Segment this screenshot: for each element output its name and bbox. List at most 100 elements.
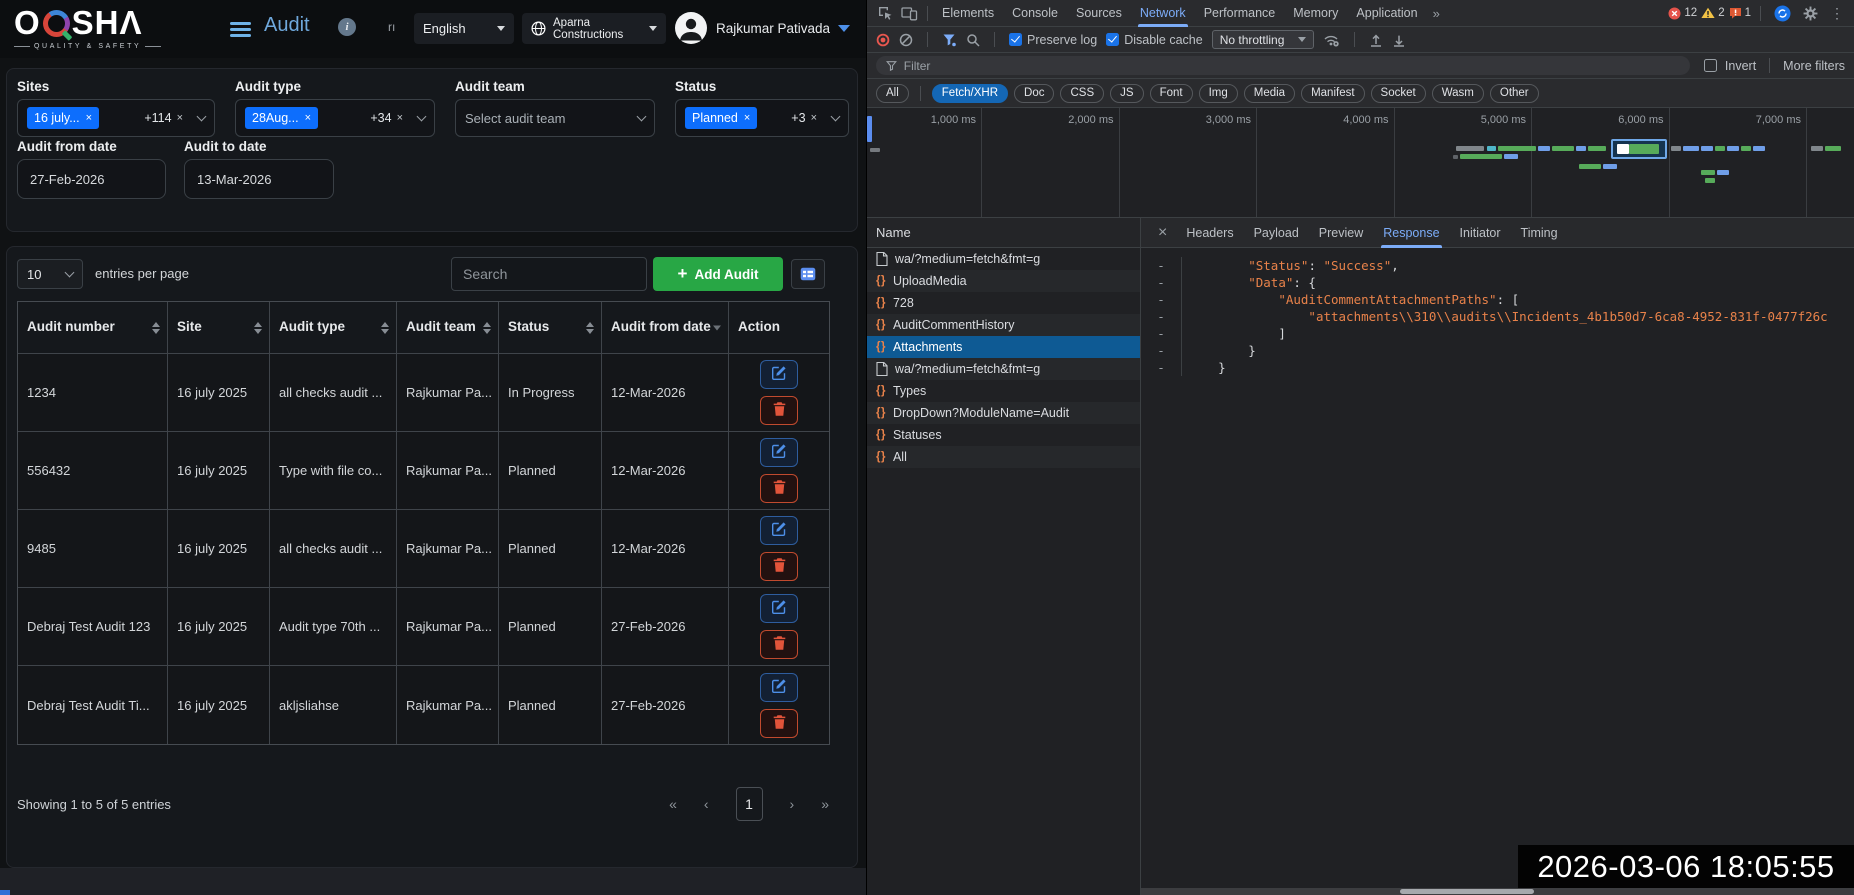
resource-chip-font[interactable]: Font [1150,84,1193,103]
throttling-select[interactable]: No throttling [1212,30,1315,49]
devtools-tab-memory[interactable]: Memory [1284,0,1347,27]
audit-to-date-input[interactable] [184,159,334,199]
clear-all-icon[interactable]: × [811,112,817,124]
pagination-next[interactable]: › [790,796,795,812]
resource-chip-css[interactable]: CSS [1060,84,1104,103]
remove-chip-icon[interactable]: × [86,112,92,124]
column-header-site[interactable]: Site [168,302,270,353]
add-audit-button[interactable]: + Add Audit [653,257,783,291]
resource-chip-fetch-xhr[interactable]: Fetch/XHR [932,84,1008,103]
devtools-tab-console[interactable]: Console [1003,0,1067,27]
language-select[interactable]: English [414,13,514,44]
response-viewer[interactable]: - "Status": "Success",- "Data": {- "Audi… [1141,248,1854,895]
issues-badge[interactable]: 1 [1729,7,1751,19]
audit-type-multiselect[interactable]: 28Aug...× +34× [235,99,435,137]
fold-marker[interactable]: - [1141,359,1181,376]
inspect-element-icon[interactable] [873,5,897,21]
kebab-menu-icon[interactable]: ⋮ [1826,5,1848,22]
resource-chip-wasm[interactable]: Wasm [1432,84,1484,103]
detail-tab-response[interactable]: Response [1373,218,1449,248]
request-row-statuses[interactable]: {}Statuses [867,424,1140,446]
clear-network-log-icon[interactable] [899,33,913,47]
network-filter-field[interactable] [876,56,1690,75]
view-toggle-button[interactable] [791,259,825,289]
request-row-dropdown-modulename-audit[interactable]: {}DropDown?ModuleName=Audit [867,402,1140,424]
edit-button[interactable] [760,360,798,389]
devtools-tab-network[interactable]: Network [1131,0,1195,27]
preserve-log-checkbox[interactable]: Preserve log [1009,33,1097,47]
fold-marker[interactable]: - [1141,308,1181,325]
column-header-audit-type[interactable]: Audit type [270,302,397,353]
record-network-log-icon[interactable] [876,33,890,47]
devtools-tab-performance[interactable]: Performance [1195,0,1285,27]
resource-chip-socket[interactable]: Socket [1371,84,1426,103]
delete-button[interactable] [760,552,798,581]
column-header-action[interactable]: Action [729,302,829,353]
clear-all-icon[interactable]: × [397,112,403,124]
detail-tab-timing[interactable]: Timing [1511,218,1568,248]
resource-chip-img[interactable]: Img [1199,84,1238,103]
edit-button[interactable] [760,594,798,623]
column-header-status[interactable]: Status [499,302,602,353]
invert-checkbox[interactable] [1704,59,1717,72]
column-header-audit-team[interactable]: Audit team [397,302,499,353]
request-row-auditcommenthistory[interactable]: {}AuditCommentHistory [867,314,1140,336]
checkbox-checked-icon[interactable] [1009,33,1022,46]
request-row-728[interactable]: {}728 [867,292,1140,314]
detail-tab-headers[interactable]: Headers [1176,218,1243,248]
clear-all-icon[interactable]: × [177,112,183,124]
devtools-tab-application[interactable]: Application [1347,0,1426,27]
delete-button[interactable] [760,709,798,738]
devtools-tab-elements[interactable]: Elements [933,0,1003,27]
checkbox-checked-icon[interactable] [1106,33,1119,46]
info-icon[interactable]: i [338,18,356,36]
settings-gear-icon[interactable] [1799,6,1822,21]
resource-chip-all[interactable]: All [876,84,909,103]
detail-tab-payload[interactable]: Payload [1244,218,1309,248]
request-row-all[interactable]: {}All [867,446,1140,468]
resource-chip-doc[interactable]: Doc [1014,84,1054,103]
more-filters-button[interactable]: More filters [1783,59,1845,73]
network-filter-input[interactable] [904,59,1680,73]
resource-chip-media[interactable]: Media [1244,84,1295,103]
more-tabs-icon[interactable]: » [1427,6,1446,21]
user-menu-caret-icon[interactable] [838,25,850,32]
error-badge[interactable]: 12 [1668,7,1697,20]
scrollbar-thumb[interactable] [1400,889,1534,894]
delete-button[interactable] [760,396,798,425]
fold-marker[interactable]: - [1141,257,1181,274]
horizontal-scrollbar[interactable] [1141,888,1854,895]
search-icon[interactable] [966,33,980,47]
request-row-types[interactable]: {}Types [867,380,1140,402]
request-row-wa-medium-fetch-fmt-g[interactable]: wa/?medium=fetch&fmt=g [867,358,1140,380]
status-chip[interactable]: Planned× [685,107,757,129]
search-input[interactable] [451,257,647,291]
column-header-audit-from-date[interactable]: Audit from date [602,302,729,353]
resource-chip-other[interactable]: Other [1490,84,1539,103]
user-avatar[interactable] [674,11,708,45]
audit-team-multiselect[interactable]: Select audit team [455,99,655,137]
sites-chip[interactable]: 16 july...× [27,107,99,129]
resource-chip-manifest[interactable]: Manifest [1301,84,1364,103]
close-icon[interactable]: × [1149,224,1176,242]
recorder-extension-icon[interactable] [1770,5,1795,22]
remove-chip-icon[interactable]: × [744,112,750,124]
network-conditions-icon[interactable] [1323,33,1340,47]
edit-button[interactable] [760,673,798,702]
pagination-page[interactable]: 1 [736,787,763,821]
edit-button[interactable] [760,438,798,467]
network-overview[interactable]: 1,000 ms2,000 ms3,000 ms4,000 ms5,000 ms… [867,108,1854,218]
sites-multiselect[interactable]: 16 july...× +114× [17,99,215,137]
fold-marker[interactable]: - [1141,342,1181,359]
resource-chip-js[interactable]: JS [1110,84,1143,103]
audit-from-date-input[interactable] [17,159,166,199]
request-row-attachments[interactable]: {}Attachments [867,336,1140,358]
device-toolbar-icon[interactable] [897,6,922,21]
delete-button[interactable] [760,474,798,503]
warning-badge[interactable]: 2 [1701,7,1724,19]
import-har-icon[interactable] [1369,33,1383,47]
delete-button[interactable] [760,630,798,659]
request-row-wa-medium-fetch-fmt-g[interactable]: wa/?medium=fetch&fmt=g [867,248,1140,270]
fold-marker[interactable]: - [1141,274,1181,291]
detail-tab-initiator[interactable]: Initiator [1450,218,1511,248]
